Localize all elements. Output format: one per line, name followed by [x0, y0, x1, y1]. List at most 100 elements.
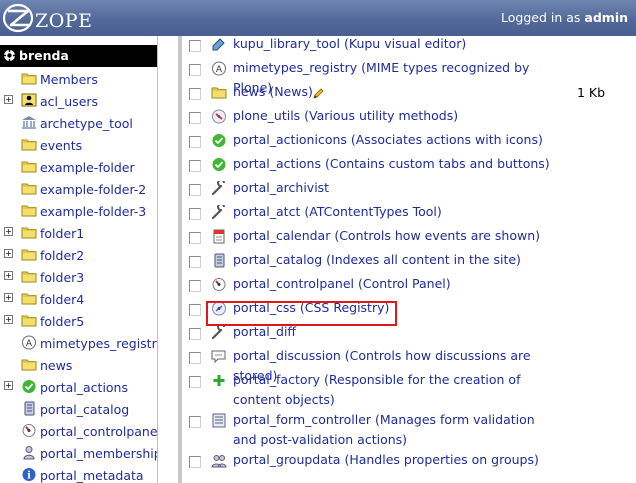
object-link[interactable]: portal_factory (Responsible for the crea…	[233, 370, 553, 410]
login-user[interactable]: admin	[584, 10, 628, 25]
object-link[interactable]: plone_utils (Various utility methods)	[233, 106, 553, 126]
list-item: portal_form_controller (Manages form val…	[182, 410, 636, 450]
catalog-icon	[211, 253, 227, 268]
tree-item-label[interactable]: Members	[40, 72, 98, 87]
catalog-icon	[21, 401, 36, 416]
select-checkbox[interactable]	[189, 112, 201, 124]
mimetypes-icon: A	[21, 335, 36, 350]
select-checkbox[interactable]	[189, 352, 201, 364]
list-item: portal_catalog (Indexes all content in t…	[182, 250, 636, 274]
object-link[interactable]: kupu_library_tool (Kupu visual editor)	[233, 36, 553, 54]
tree-item-label[interactable]: example-folder-3	[40, 204, 146, 219]
object-link[interactable]: portal_form_controller (Manages form val…	[233, 410, 553, 450]
svg-text:A: A	[26, 339, 33, 349]
list-item: Amimetypes_registry (MIME types recogniz…	[182, 58, 636, 95]
tree-item-label[interactable]: example-folder-2	[40, 182, 146, 197]
expand-toggle-icon[interactable]: +	[4, 381, 13, 390]
archetype-tool-icon	[21, 115, 36, 129]
tree-item-label[interactable]: folder2	[40, 248, 84, 263]
expand-toggle-icon[interactable]: +	[4, 95, 13, 104]
expand-toggle-icon[interactable]: +	[4, 315, 13, 324]
zope-logo[interactable]: ZOPE	[2, 3, 92, 33]
select-checkbox[interactable]	[189, 184, 201, 196]
tree-item-label[interactable]: folder3	[40, 270, 84, 285]
zope-logo-mark-icon	[2, 3, 34, 33]
object-link[interactable]: portal_archivist	[233, 178, 553, 198]
tree-item-folder1[interactable]: + folder1	[0, 223, 157, 243]
tree-item-label[interactable]: mimetypes_registry	[40, 336, 157, 351]
tree-item-label[interactable]: folder1	[40, 226, 84, 241]
tree-item-label[interactable]: portal_catalog	[40, 402, 129, 417]
select-checkbox[interactable]	[189, 328, 201, 340]
svg-text:i: i	[27, 471, 31, 482]
tree-item-label[interactable]: archetype_tool	[40, 116, 133, 131]
tree-item-folder5[interactable]: + folder5	[0, 311, 157, 331]
select-checkbox[interactable]	[189, 376, 201, 388]
tree-item-events[interactable]: events	[0, 135, 157, 155]
object-link[interactable]: portal_calendar (Controls how events are…	[233, 226, 553, 246]
tree-item-news[interactable]: news	[0, 355, 157, 375]
tree-item-archetype-tool[interactable]: archetype_tool	[0, 113, 157, 133]
select-checkbox[interactable]	[189, 88, 201, 100]
folder-icon	[21, 357, 37, 371]
svg-text:A: A	[216, 65, 223, 75]
folder-icon	[21, 203, 37, 217]
object-link[interactable]: portal_actions (Contains custom tabs and…	[233, 154, 553, 174]
tree-item-example-folder-2[interactable]: example-folder-2	[0, 179, 157, 199]
tree-item-label[interactable]: portal_metadata	[40, 468, 144, 483]
object-link[interactable]: news (News)	[233, 82, 553, 102]
tree-item-label[interactable]: folder5	[40, 314, 84, 329]
tree-item-folder3[interactable]: + folder3	[0, 267, 157, 287]
tree-item-mimetypes-registry[interactable]: Amimetypes_registry	[0, 333, 157, 353]
select-checkbox[interactable]	[189, 416, 201, 428]
list-item: portal_calendar (Controls how events are…	[182, 226, 636, 250]
tree-item-label[interactable]: portal_actions	[40, 380, 128, 395]
object-link[interactable]: portal_groupdata (Handles properties on …	[233, 450, 553, 470]
frame-divider[interactable]	[157, 36, 182, 483]
folder-icon	[21, 137, 37, 151]
select-checkbox[interactable]	[189, 208, 201, 220]
expand-toggle-icon[interactable]: +	[4, 293, 13, 302]
expand-toggle-icon[interactable]: +	[4, 227, 13, 236]
object-link[interactable]: portal_atct (ATContentTypes Tool)	[233, 202, 553, 222]
top-bar: ZOPE Logged in as admin	[0, 0, 636, 36]
select-checkbox[interactable]	[189, 136, 201, 148]
tree-item-label[interactable]: acl_users	[40, 94, 98, 109]
select-checkbox[interactable]	[189, 256, 201, 268]
tree-item-portal-metadata[interactable]: i portal_metadata	[0, 465, 157, 483]
object-link[interactable]: portal_catalog (Indexes all content in t…	[233, 250, 553, 270]
object-link[interactable]: portal_actionicons (Associates actions w…	[233, 130, 553, 150]
select-checkbox[interactable]	[189, 304, 201, 316]
login-prefix: Logged in as	[501, 10, 581, 25]
tree-item-label[interactable]: folder4	[40, 292, 84, 307]
expand-toggle-icon[interactable]: +	[4, 271, 13, 280]
tree-item-example-folder-3[interactable]: example-folder-3	[0, 201, 157, 221]
tree-item-portal-actions[interactable]: + portal_actions	[0, 377, 157, 397]
tree-item-label[interactable]: events	[40, 138, 82, 153]
tree-item-example-folder[interactable]: example-folder	[0, 157, 157, 177]
list-item: plone_utils (Various utility methods)	[182, 106, 636, 130]
tree-item-members[interactable]: Members	[0, 69, 157, 89]
object-link[interactable]: portal_controlpanel (Control Panel)	[233, 274, 553, 294]
tree-item-label[interactable]: portal_membership	[40, 446, 157, 461]
groupdata-icon	[211, 453, 227, 468]
tree-item-label[interactable]: portal_controlpanel	[40, 424, 157, 439]
tree-item-portal-controlpanel[interactable]: portal_controlpanel	[0, 421, 157, 441]
tree-root-brenda[interactable]: brenda	[0, 45, 157, 67]
select-checkbox[interactable]	[189, 160, 201, 172]
tree-item-portal-membership[interactable]: portal_membership	[0, 443, 157, 463]
tree-item-acl-users[interactable]: + acl_users	[0, 91, 157, 111]
select-checkbox[interactable]	[189, 280, 201, 292]
tree-item-portal-catalog[interactable]: portal_catalog	[0, 399, 157, 419]
tree-item-folder2[interactable]: + folder2	[0, 245, 157, 265]
mimetypes-icon: A	[211, 61, 227, 76]
tree-item-folder4[interactable]: + folder4	[0, 289, 157, 309]
expand-toggle-icon[interactable]: +	[4, 249, 13, 258]
tree-item-label[interactable]: example-folder	[40, 160, 135, 175]
select-checkbox[interactable]	[189, 232, 201, 244]
select-checkbox[interactable]	[189, 456, 201, 468]
select-checkbox[interactable]	[189, 40, 201, 52]
folder-icon	[21, 247, 37, 261]
tree-item-label[interactable]: news	[40, 358, 72, 373]
select-checkbox[interactable]	[189, 64, 201, 76]
